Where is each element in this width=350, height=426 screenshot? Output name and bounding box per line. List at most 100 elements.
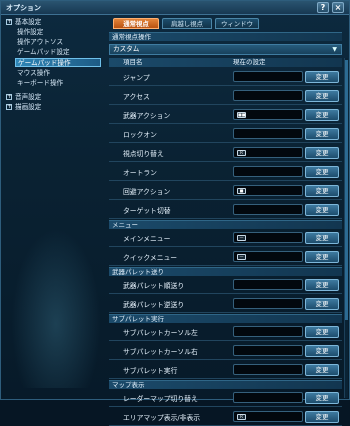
- change-button[interactable]: 変更: [305, 204, 339, 216]
- setting-name: 武器パレット順送り: [123, 282, 185, 290]
- change-button[interactable]: 変更: [305, 298, 339, 310]
- setting-row: サブパレットカーソル左 変更: [109, 323, 342, 341]
- options-window: オプション ? × + 基本設定 操作設定 操作アウトソス ゲームパッド設定 ゲー…: [0, 0, 350, 426]
- setting-row: 武器パレット順送り 変更: [109, 276, 342, 294]
- setting-name: ターゲット切替: [123, 207, 171, 215]
- current-binding-field: [233, 298, 303, 309]
- setting-name: ジャンプ: [123, 74, 150, 82]
- current-binding-field: R: [233, 147, 303, 158]
- scrollbar-thumb[interactable]: [345, 60, 348, 320]
- sidebar-item-control-settings[interactable]: 操作設定: [17, 28, 117, 37]
- setting-row: サブパレットカーソル右 変更: [109, 342, 342, 360]
- button-glyph-icon: R: [237, 414, 246, 420]
- sidebar-item-keyboard-controls[interactable]: キーボード操作: [17, 79, 117, 88]
- setting-row: クイックメニュー — 変更: [109, 248, 342, 266]
- current-binding-field: —: [233, 251, 303, 262]
- setting-row: 回避アクション ■ 変更: [109, 182, 342, 200]
- sidebar-item-graphics-settings[interactable]: + 描画設定: [6, 103, 106, 112]
- sidebar-item-gamepad-settings[interactable]: ゲームパッド設定: [17, 48, 117, 57]
- group-header: メニュー: [109, 220, 342, 229]
- setting-name: サブパレット実行: [123, 367, 178, 375]
- expand-icon: +: [6, 103, 13, 110]
- setting-row: ターゲット切替 変更: [109, 201, 342, 219]
- setting-row: 視点切り替え R 変更: [109, 144, 342, 162]
- change-button[interactable]: 変更: [305, 364, 339, 376]
- current-binding-field: [233, 71, 303, 82]
- change-button[interactable]: 変更: [305, 90, 339, 102]
- tab-over-shoulder-view[interactable]: 肩越し視点: [162, 18, 212, 29]
- sidebar-item-audio-settings[interactable]: + 音声設定: [6, 93, 106, 102]
- change-button[interactable]: 変更: [305, 147, 339, 159]
- change-button[interactable]: 変更: [305, 185, 339, 197]
- change-button[interactable]: 変更: [305, 326, 339, 338]
- change-button[interactable]: 変更: [305, 232, 339, 244]
- setting-row: ロックオン 変更: [109, 125, 342, 143]
- setting-name: 回避アクション: [123, 188, 171, 196]
- preset-value: カスタム: [113, 45, 140, 53]
- close-button[interactable]: ×: [332, 2, 344, 13]
- change-button[interactable]: 変更: [305, 71, 339, 83]
- current-binding-field: R: [233, 411, 303, 422]
- change-button[interactable]: 変更: [305, 279, 339, 291]
- current-binding-field: [233, 166, 303, 177]
- tab-window[interactable]: ウィンドウ: [215, 18, 259, 29]
- change-button[interactable]: 変更: [305, 251, 339, 263]
- setting-name: 武器アクション: [123, 112, 171, 120]
- chevron-down-icon: ▼: [332, 46, 337, 53]
- sidebar-item-control-assist[interactable]: 操作アウトソス: [17, 38, 117, 47]
- sidebar-item-gamepad-controls[interactable]: ゲームパッド操作: [15, 58, 101, 67]
- setting-name: クイックメニュー: [123, 254, 178, 262]
- expand-icon: +: [6, 93, 13, 100]
- change-button[interactable]: 変更: [305, 166, 339, 178]
- setting-name: サブパレットカーソル右: [123, 348, 198, 356]
- current-binding-field: [233, 128, 303, 139]
- setting-name: オートラン: [123, 169, 157, 177]
- current-binding-field: ■: [233, 185, 303, 196]
- button-glyph-icon: —: [237, 254, 246, 260]
- setting-name: エリアマップ表示/非表示: [123, 414, 201, 422]
- current-binding-field: [233, 326, 303, 337]
- setting-name: サブパレットカーソル左: [123, 329, 198, 337]
- setting-row: レーダーマップ切り替え 変更: [109, 389, 342, 407]
- current-binding-field: ■■: [233, 109, 303, 120]
- window-title: オプション: [6, 4, 41, 12]
- change-button[interactable]: 変更: [305, 345, 339, 357]
- setting-row: 武器パレット逆送り 変更: [109, 295, 342, 313]
- column-header-current: 現在の設定: [233, 58, 266, 66]
- setting-row: オートラン 変更: [109, 163, 342, 181]
- change-button[interactable]: 変更: [305, 109, 339, 121]
- current-binding-field: [233, 392, 303, 403]
- group-header: サブパレット実行: [109, 314, 342, 323]
- help-button[interactable]: ?: [317, 2, 329, 13]
- setting-row: ジャンプ 変更: [109, 68, 342, 86]
- sidebar-item-mouse-controls[interactable]: マウス操作: [17, 69, 117, 78]
- column-header-bar: [109, 58, 342, 67]
- setting-row: エリアマップ表示/非表示 R 変更: [109, 408, 342, 426]
- sidebar: + 基本設定 操作設定 操作アウトソス ゲームパッド設定 ゲームパッド操作 マウス…: [3, 18, 104, 399]
- column-header-name: 項目名: [123, 58, 143, 66]
- button-glyph-icon: ■: [237, 188, 246, 194]
- preset-dropdown[interactable]: カスタム ▼: [109, 44, 342, 55]
- title-bar: オプション ? ×: [1, 1, 349, 15]
- tab-bar: 通常視点 肩越し視点 ウィンドウ: [113, 18, 343, 30]
- sidebar-item-basic-settings[interactable]: + 基本設定: [6, 18, 106, 27]
- tab-normal-view[interactable]: 通常視点: [113, 18, 159, 29]
- button-glyph-icon: ■■: [237, 112, 246, 118]
- change-button[interactable]: 変更: [305, 128, 339, 140]
- current-binding-field: [233, 90, 303, 101]
- setting-name: ロックオン: [123, 131, 157, 139]
- button-glyph-icon: R: [237, 150, 246, 156]
- change-button[interactable]: 変更: [305, 411, 339, 423]
- current-binding-field: [233, 279, 303, 290]
- section-title: 通常視点操作: [109, 32, 342, 41]
- scrollbar[interactable]: [344, 58, 348, 398]
- setting-row: メインメニュー — 変更: [109, 229, 342, 247]
- setting-row: サブパレット実行 変更: [109, 361, 342, 379]
- expand-icon: +: [6, 18, 13, 25]
- group-header: マップ表示: [109, 380, 342, 389]
- setting-row: 武器アクション ■■ 変更: [109, 106, 342, 124]
- main-panel: 通常視点 肩越し視点 ウィンドウ 通常視点操作 カスタム ▼ 項目名 現在の設定…: [109, 18, 348, 426]
- change-button[interactable]: 変更: [305, 392, 339, 404]
- current-binding-field: [233, 345, 303, 356]
- button-glyph-icon: —: [237, 235, 246, 241]
